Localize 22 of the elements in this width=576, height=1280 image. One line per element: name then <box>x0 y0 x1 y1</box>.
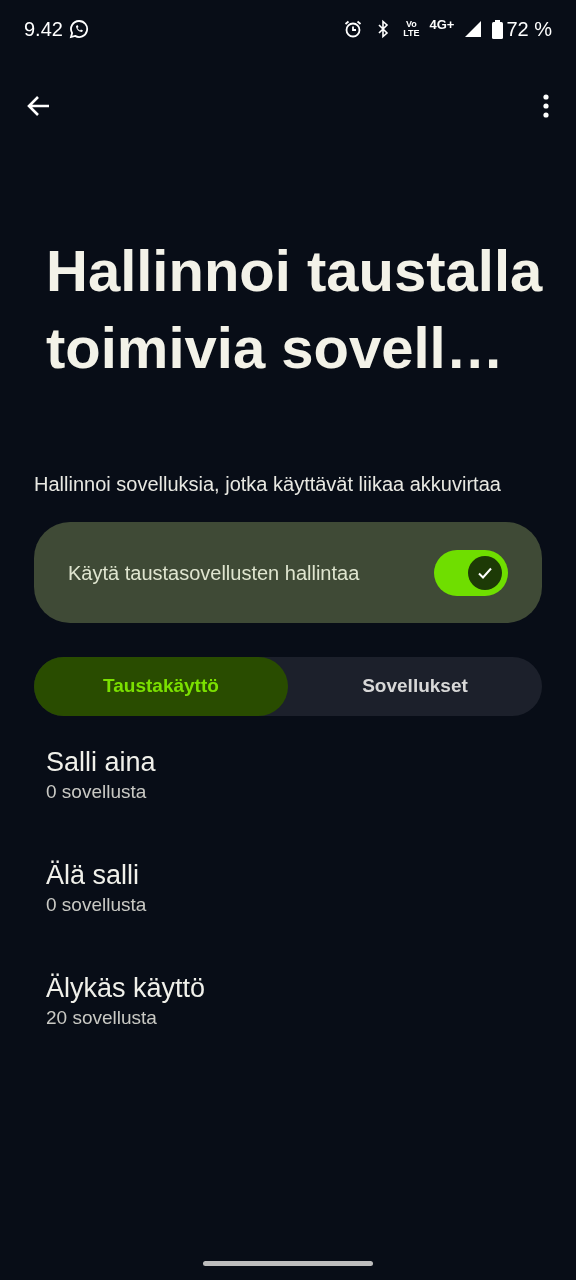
list-item-subtitle: 0 sovellusta <box>46 893 147 917</box>
more-options-icon[interactable] <box>542 93 550 119</box>
switch-label: Käytä taustasovellusten hallintaa <box>68 560 360 586</box>
list-item-subtitle: 20 sovellusta <box>46 1006 157 1030</box>
toggle-switch[interactable] <box>434 549 508 596</box>
volte-label: Vo <box>405 20 417 29</box>
battery-percent: 72 % <box>506 17 552 42</box>
volte-label: LTE <box>403 29 420 38</box>
tab[interactable]: Taustakäyttö <box>34 657 288 716</box>
signal-icon <box>464 20 483 38</box>
list-item-title[interactable]: Älä salli <box>46 857 140 893</box>
chat-bubble-icon <box>68 19 89 39</box>
alarm-icon <box>343 19 364 39</box>
page-title: Hallinnoi taustalla toimivia sovell… <box>46 237 544 382</box>
battery-icon <box>492 19 504 39</box>
list-item-subtitle: 0 sovellusta <box>46 780 147 804</box>
page-description: Hallinnoi sovelluksia, jotka käyttävät liikaa akkuvirtaa <box>34 472 502 497</box>
list-item-title[interactable]: Älykäs käyttö <box>46 970 206 1006</box>
clock-time: 9.42 <box>24 17 63 42</box>
tab[interactable]: Sovellukset <box>288 657 542 716</box>
network-label: 4G+ <box>429 16 455 35</box>
list-item-title[interactable]: Salli aina <box>46 744 156 780</box>
